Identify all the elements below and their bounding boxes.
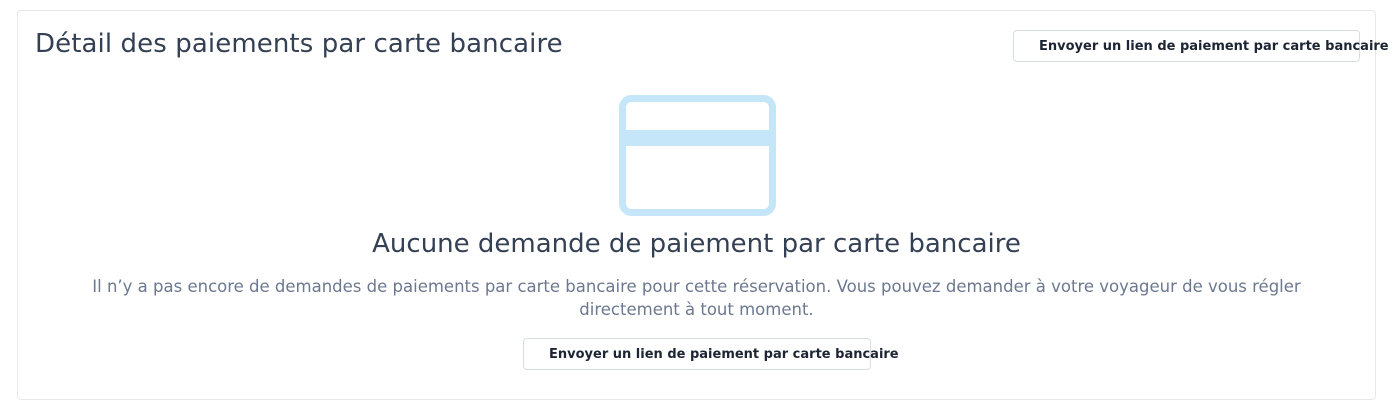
panel-title: Détail des paiements par carte bancaire bbox=[35, 29, 563, 59]
empty-state-description: Il n’y a pas encore de demandes de paiem… bbox=[92, 277, 1301, 319]
card-payments-panel: Détail des paiements par carte bancaire … bbox=[17, 10, 1389, 400]
send-payment-link-label: Envoyer un lien de paiement par carte ba… bbox=[549, 346, 899, 362]
empty-state-title: Aucune demande de paiement par carte ban… bbox=[372, 229, 1021, 259]
send-payment-link-button-empty-state[interactable]: Envoyer un lien de paiement par carte ba… bbox=[523, 338, 899, 370]
credit-card-icon bbox=[619, 95, 776, 216]
send-payment-link-button[interactable]: Envoyer un lien de paiement par carte ba… bbox=[1013, 30, 1389, 62]
send-payment-link-label: Envoyer un lien de paiement par carte ba… bbox=[1039, 38, 1389, 54]
